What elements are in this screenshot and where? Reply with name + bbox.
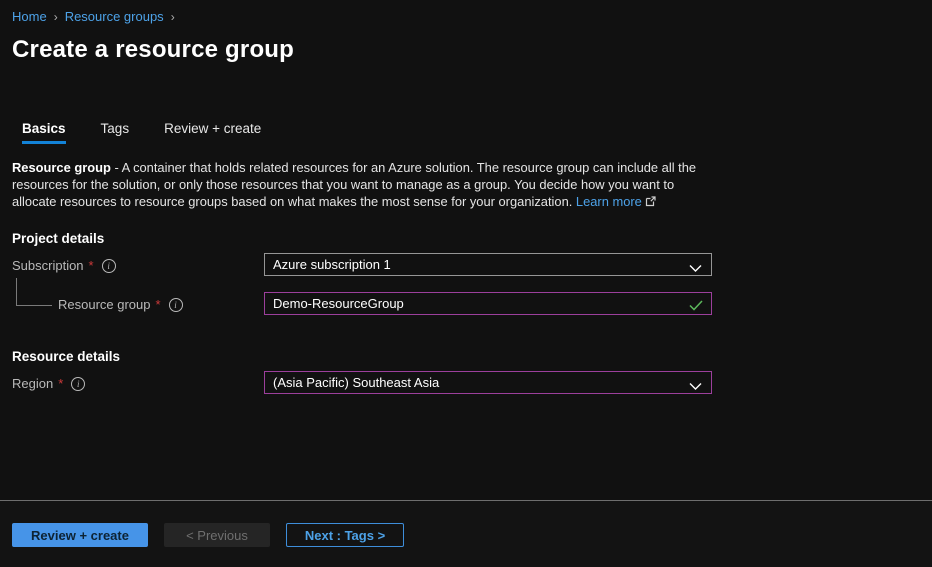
previous-button[interactable]: < Previous [164, 523, 270, 547]
info-icon[interactable]: i [168, 297, 183, 312]
wizard-footer: Review + create < Previous Next : Tags > [0, 500, 932, 567]
valid-check-icon [689, 299, 703, 314]
required-asterisk: * [58, 376, 64, 391]
resource-group-value: Demo-ResourceGroup [273, 296, 404, 311]
region-value: (Asia Pacific) Southeast Asia [273, 375, 440, 390]
resource-group-label: Resource group * i [58, 297, 183, 312]
next-tags-button[interactable]: Next : Tags > [286, 523, 404, 547]
info-icon[interactable]: i [101, 258, 116, 273]
tab-review-create[interactable]: Review + create [154, 119, 271, 144]
project-details-heading: Project details [12, 231, 105, 246]
breadcrumb-home-link[interactable]: Home [12, 9, 47, 24]
resource-details-heading: Resource details [12, 349, 121, 364]
breadcrumb: Home › Resource groups › [12, 9, 175, 24]
resource-group-input[interactable]: Demo-ResourceGroup [264, 292, 712, 315]
learn-more-link[interactable]: Learn more [576, 194, 642, 209]
page-title: Create a resource group [12, 36, 295, 63]
breadcrumb-resource-groups-link[interactable]: Resource groups [65, 9, 164, 24]
chevron-down-icon [689, 379, 702, 394]
resource-group-label-text: Resource group [58, 297, 151, 312]
subscription-label-text: Subscription [12, 258, 84, 273]
region-label: Region * i [12, 376, 86, 391]
tab-basics[interactable]: Basics [12, 119, 76, 144]
info-icon[interactable]: i [71, 376, 86, 391]
tab-tags[interactable]: Tags [91, 119, 140, 144]
resource-group-description: Resource group - A container that holds … [12, 159, 712, 211]
required-asterisk: * [88, 258, 94, 273]
region-label-text: Region [12, 376, 54, 391]
tab-bar: Basics Tags Review + create [12, 119, 271, 144]
subscription-value: Azure subscription 1 [273, 257, 391, 272]
description-lead: Resource group [12, 160, 111, 175]
subscription-label: Subscription * i [12, 258, 116, 273]
external-link-icon [645, 194, 656, 211]
subscription-dropdown[interactable]: Azure subscription 1 [264, 253, 712, 276]
region-dropdown[interactable]: (Asia Pacific) Southeast Asia [264, 371, 712, 394]
required-asterisk: * [155, 297, 161, 312]
review-create-button[interactable]: Review + create [12, 523, 148, 547]
breadcrumb-separator-icon: › [53, 9, 58, 24]
chevron-down-icon [689, 261, 702, 276]
subscription-child-connector-line [16, 278, 52, 306]
footer-button-group: Review + create < Previous Next : Tags > [12, 523, 404, 547]
breadcrumb-separator-icon: › [170, 9, 175, 24]
